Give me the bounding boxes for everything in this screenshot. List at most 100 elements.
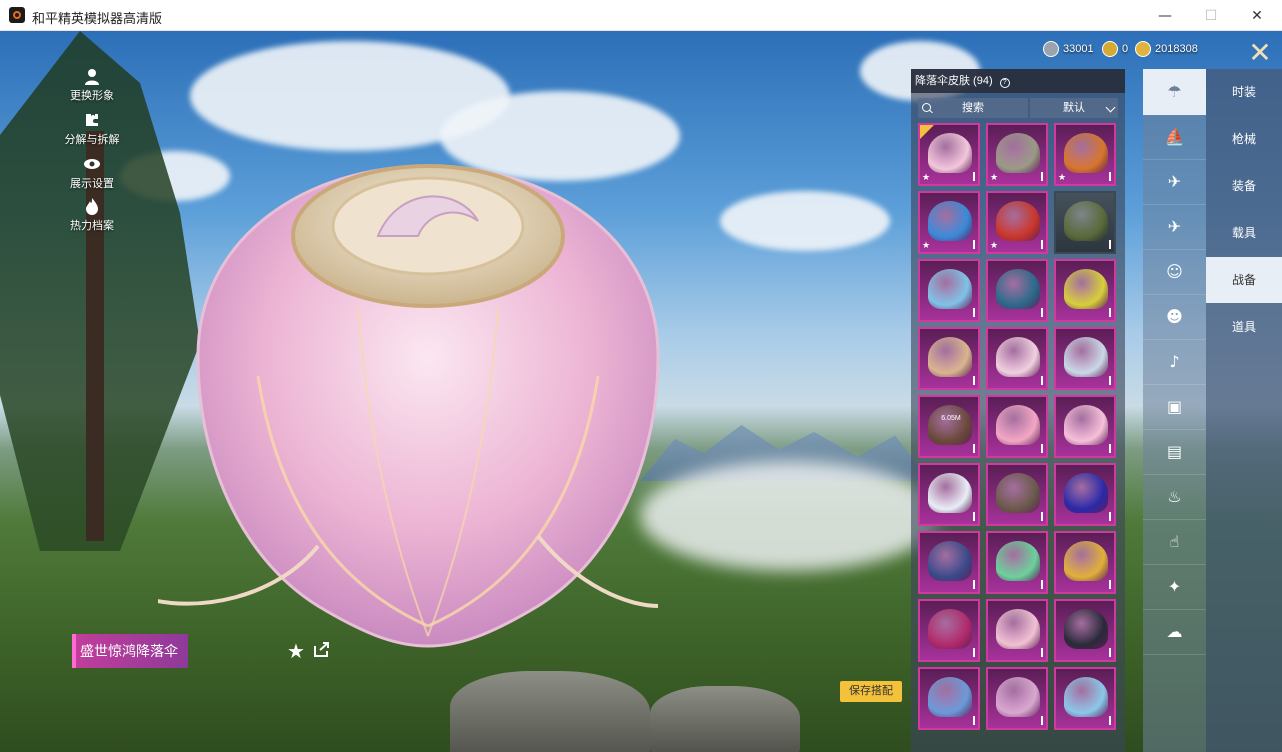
skin-item[interactable]	[1054, 191, 1116, 254]
eye-icon	[84, 159, 100, 169]
chevron-down-icon	[1105, 102, 1116, 113]
wand-icon: ✦	[1167, 576, 1182, 596]
skin-item[interactable]	[918, 327, 980, 390]
favorite-star-icon[interactable]: ★	[287, 639, 305, 663]
category-speaker[interactable]: ♪	[1143, 339, 1206, 385]
quality-bar	[973, 172, 975, 181]
category-drone[interactable]: ✈	[1143, 159, 1206, 205]
skin-item[interactable]	[986, 531, 1048, 594]
skin-item[interactable]	[1054, 259, 1116, 322]
parachute-thumbnail	[928, 337, 972, 377]
category-hand[interactable]: ☝	[1143, 519, 1206, 565]
quality-bar	[1041, 512, 1043, 521]
quality-bar	[973, 376, 975, 385]
sort-dropdown[interactable]: 默认	[1030, 98, 1118, 118]
skin-item[interactable]	[1054, 395, 1116, 458]
skin-item[interactable]	[1054, 327, 1116, 390]
tab-4[interactable]: 载具	[1206, 210, 1282, 256]
share-icon[interactable]	[313, 640, 331, 658]
close-icon[interactable]: ✕	[1245, 38, 1275, 68]
quality-bar	[1109, 240, 1111, 249]
skin-item[interactable]	[986, 395, 1048, 458]
parachute-thumbnail	[928, 201, 972, 241]
quality-bar	[973, 716, 975, 725]
parachute-thumbnail	[1064, 609, 1108, 649]
parachute-thumbnail	[1064, 677, 1108, 717]
category-picture[interactable]: ▤	[1143, 429, 1206, 475]
skin-item[interactable]: ★	[918, 123, 980, 186]
quality-bar	[1041, 240, 1043, 249]
skin-item[interactable]: ★	[1054, 123, 1116, 186]
category-robot[interactable]: ☻	[1143, 294, 1206, 340]
decompose-button[interactable]: 分解与拆解	[60, 111, 124, 147]
parachute-thumbnail	[1064, 269, 1108, 309]
skin-item[interactable]	[918, 259, 980, 322]
skin-item[interactable]	[986, 599, 1048, 662]
parachute-preview[interactable]	[158, 126, 698, 696]
skin-item[interactable]	[918, 531, 980, 594]
tab-2[interactable]: 枪械	[1206, 116, 1282, 162]
category-spray[interactable]: ♨	[1143, 474, 1206, 520]
skin-item[interactable]: 6.05M	[918, 395, 980, 458]
skin-item[interactable]	[1054, 463, 1116, 526]
category-wand[interactable]: ✦	[1143, 564, 1206, 610]
quality-bar	[1109, 580, 1111, 589]
currency-silver: 33001	[1043, 41, 1094, 57]
skin-item[interactable]	[918, 463, 980, 526]
parachute-thumbnail	[996, 337, 1040, 377]
category-plane[interactable]: ✈	[1143, 204, 1206, 250]
quality-bar	[1041, 444, 1043, 453]
skin-item[interactable]: ★	[986, 123, 1048, 186]
star-icon: ★	[990, 173, 999, 183]
skin-item[interactable]	[986, 259, 1048, 322]
change-appearance-button[interactable]: 更换形象	[60, 67, 124, 103]
parachute-thumbnail	[928, 541, 972, 581]
star-icon: ★	[922, 241, 931, 251]
category-boat[interactable]: ⛵	[1143, 114, 1206, 160]
skin-item[interactable]	[986, 463, 1048, 526]
category-parachute[interactable]: ☂	[1143, 69, 1206, 115]
category-badge[interactable]: ▣	[1143, 384, 1206, 430]
parachute-icon: ☂	[1167, 81, 1182, 101]
star-icon: ★	[922, 173, 931, 183]
skin-item[interactable]	[1054, 531, 1116, 594]
parachute-thumbnail	[928, 133, 972, 173]
close-window-button[interactable]: ✕	[1234, 0, 1280, 31]
skin-item[interactable]	[986, 327, 1048, 390]
panel-header: 降落伞皮肤 (94) ?	[911, 69, 1125, 93]
heat-archive-button[interactable]: 热力档案	[60, 197, 124, 233]
window-title: 和平精英模拟器高清版	[32, 11, 163, 26]
maximize-button[interactable]: ☐	[1188, 0, 1234, 31]
skin-item[interactable]: ★	[918, 191, 980, 254]
skin-item[interactable]: ★	[986, 191, 1048, 254]
parachute-thumbnail	[996, 677, 1040, 717]
puzzle-icon	[86, 114, 98, 126]
parachute-thumbnail	[996, 541, 1040, 581]
parachute-thumbnail	[928, 609, 972, 649]
skin-item[interactable]	[918, 667, 980, 730]
category-emote[interactable]: ☺	[1143, 249, 1206, 295]
skin-item[interactable]	[1054, 599, 1116, 662]
category-hat[interactable]: ☁	[1143, 609, 1206, 655]
save-outfit-button[interactable]: 保存搭配	[840, 681, 902, 702]
skin-item[interactable]	[1054, 667, 1116, 730]
picture-icon: ▤	[1166, 441, 1183, 461]
minimize-button[interactable]: —	[1142, 0, 1188, 31]
search-input[interactable]: 搜索	[918, 98, 1028, 118]
tab-1[interactable]: 时装	[1206, 69, 1282, 115]
parachute-thumbnail	[996, 405, 1040, 445]
help-icon[interactable]: ?	[999, 78, 1010, 88]
parachute-thumbnail	[1064, 405, 1108, 445]
tab-3[interactable]: 装备	[1206, 163, 1282, 209]
skin-item[interactable]	[918, 599, 980, 662]
quality-bar	[1109, 512, 1111, 521]
display-settings-button[interactable]: 展示设置	[60, 155, 124, 191]
currency-coupon: 0	[1102, 41, 1128, 57]
tab-6[interactable]: 道具	[1206, 304, 1282, 350]
tab-5[interactable]: 战备	[1206, 257, 1282, 303]
silver-coin-icon	[1043, 41, 1059, 57]
tree-trunk	[86, 131, 104, 541]
currency-value: 33001	[1063, 43, 1094, 55]
quality-bar	[1041, 172, 1043, 181]
skin-item[interactable]	[986, 667, 1048, 730]
